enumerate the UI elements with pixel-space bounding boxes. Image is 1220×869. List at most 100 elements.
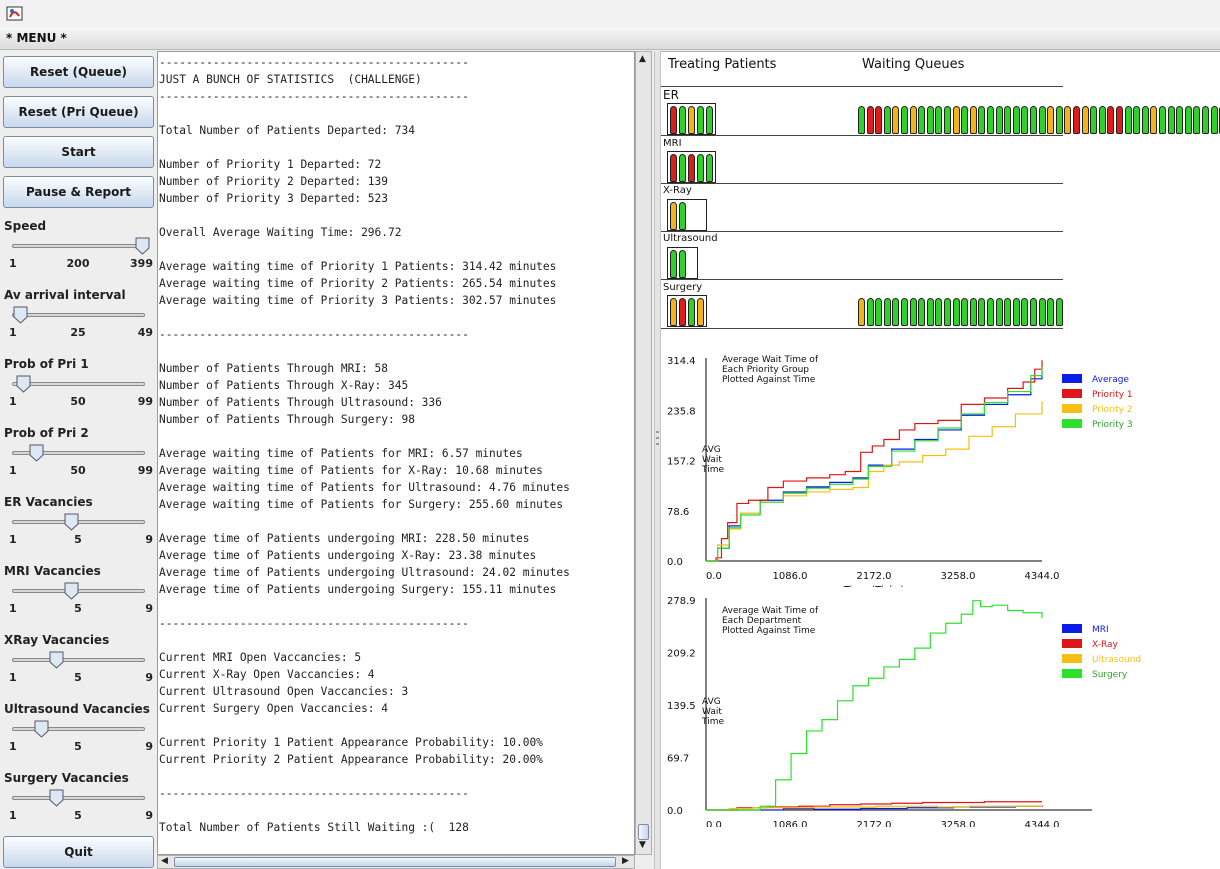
horizontal-scrollbar[interactable]: ◀ ▶ (157, 855, 635, 869)
slider[interactable] (12, 444, 145, 462)
slider-tick-label: 1 (9, 740, 17, 753)
slider-label: XRay Vacancies (4, 633, 110, 647)
legend-label: X-Ray (1092, 640, 1119, 650)
slider-label: Ultrasound Vacancies (4, 702, 150, 716)
chart-title: Plotted Against Time (722, 375, 816, 385)
reset-queue-button[interactable]: Reset (Queue) (3, 56, 154, 88)
patient-icon (875, 106, 883, 134)
legend-swatch (1062, 669, 1082, 678)
patient-icon (858, 298, 865, 326)
patient-icon (679, 106, 686, 134)
legend-label: Priority 2 (1092, 405, 1133, 415)
scroll-left-icon[interactable]: ◀ (161, 856, 168, 866)
reset-pri-queue-button[interactable]: Reset (Pri Queue) (3, 96, 154, 128)
slider[interactable] (12, 720, 145, 738)
lane-divider (661, 231, 1063, 232)
slider-tick-label: 1 (9, 533, 17, 546)
patient-icon (688, 298, 695, 326)
slider-label: MRI Vacancies (4, 564, 101, 578)
slider[interactable] (12, 306, 145, 324)
patient-icon (688, 154, 695, 182)
menu-item[interactable]: * MENU * (6, 31, 67, 45)
lane-divider (661, 279, 1063, 280)
patient-icon (1116, 106, 1123, 134)
legend-swatch (1062, 404, 1082, 413)
hscroll-thumb[interactable] (174, 857, 616, 867)
slider[interactable] (12, 651, 145, 669)
slider-thumb[interactable] (34, 720, 49, 738)
slider-thumb[interactable] (29, 444, 44, 462)
statistics-text-area[interactable]: ----------------------------------------… (157, 51, 635, 855)
patient-icon (901, 106, 908, 134)
patient-icon (1047, 106, 1055, 134)
patient-icon (1090, 106, 1098, 134)
scroll-up-icon[interactable]: ▲ (639, 54, 646, 64)
slider-thumb[interactable] (64, 513, 79, 531)
slider-tick-label: 9 (145, 671, 153, 684)
slider-label: Prob of Pri 1 (4, 357, 89, 371)
slider-tick-label: 5 (74, 602, 82, 615)
slider[interactable] (12, 375, 145, 393)
pause-report-button[interactable]: Pause & Report (3, 176, 154, 208)
slider-thumb[interactable] (13, 306, 28, 324)
patient-icon (987, 298, 994, 326)
chart-title: Each Department (722, 616, 802, 626)
slider-label: Prob of Pri 2 (4, 426, 89, 440)
slider-tick-label: 1 (9, 326, 17, 339)
slider-label: Surgery Vacancies (4, 771, 129, 785)
slider-thumb[interactable] (49, 789, 64, 807)
slider-thumb[interactable] (64, 582, 79, 600)
patient-icon (706, 154, 713, 182)
y-tick-label: 157.2 (667, 457, 696, 468)
patient-icon (995, 298, 1003, 326)
slider[interactable] (12, 789, 145, 807)
patient-icon (892, 298, 900, 326)
lane-divider (661, 86, 1063, 87)
patient-icon (866, 106, 874, 134)
scroll-thumb[interactable] (638, 824, 649, 840)
slider[interactable] (12, 237, 150, 255)
slider-thumb[interactable] (135, 237, 150, 255)
patient-icon (1159, 106, 1166, 134)
slider-tick-label: 1 (9, 464, 17, 477)
chart-title: Average Wait Time of (722, 606, 819, 616)
patient-icon (969, 106, 977, 134)
patient-icon (1167, 106, 1175, 134)
lane-divider (661, 135, 1063, 136)
slider-label: Speed (4, 219, 47, 233)
series-line (706, 401, 1043, 562)
scroll-right-icon[interactable]: ▶ (622, 856, 629, 866)
legend-label: Ultrasound (1092, 655, 1141, 665)
slider-thumb[interactable] (16, 375, 31, 393)
y-tick-label: 314.4 (667, 356, 696, 367)
patient-icon (1047, 298, 1055, 326)
scroll-down-icon[interactable]: ▼ (639, 840, 646, 850)
patient-icon (1064, 106, 1072, 134)
patient-icon (706, 106, 713, 134)
patient-icon (909, 106, 917, 134)
quit-button[interactable]: Quit (3, 836, 154, 868)
slider-tick-label: 50 (70, 464, 86, 477)
vertical-scrollbar[interactable]: ▲ ▼ (635, 51, 652, 855)
lane-divider (661, 328, 1063, 329)
patient-icon (952, 106, 960, 134)
slider-tick-label: 9 (145, 602, 153, 615)
patient-icon (679, 250, 686, 278)
waiting-queues-header: Waiting Queues (862, 57, 965, 72)
slider-tick-label: 5 (74, 671, 82, 684)
patient-icon (679, 298, 686, 326)
lane-divider (661, 183, 1063, 184)
split-pane-divider[interactable] (654, 51, 661, 869)
x-tick-label: 1086.0 (773, 820, 808, 827)
patient-icon (1004, 298, 1012, 326)
slider-thumb[interactable] (49, 651, 64, 669)
patient-icon (1081, 106, 1089, 134)
patient-icon (1055, 298, 1063, 326)
slider[interactable] (12, 513, 145, 531)
patient-icon (892, 106, 900, 134)
legend-label: Surgery (1092, 670, 1128, 680)
slider[interactable] (12, 582, 145, 600)
start-button[interactable]: Start (3, 136, 154, 168)
treatment-room (667, 295, 707, 327)
department-wait-chart: 0.0 69.7 139.5 209.2 278.9 0.0 1086.0 2172.0 325… (667, 596, 1141, 827)
